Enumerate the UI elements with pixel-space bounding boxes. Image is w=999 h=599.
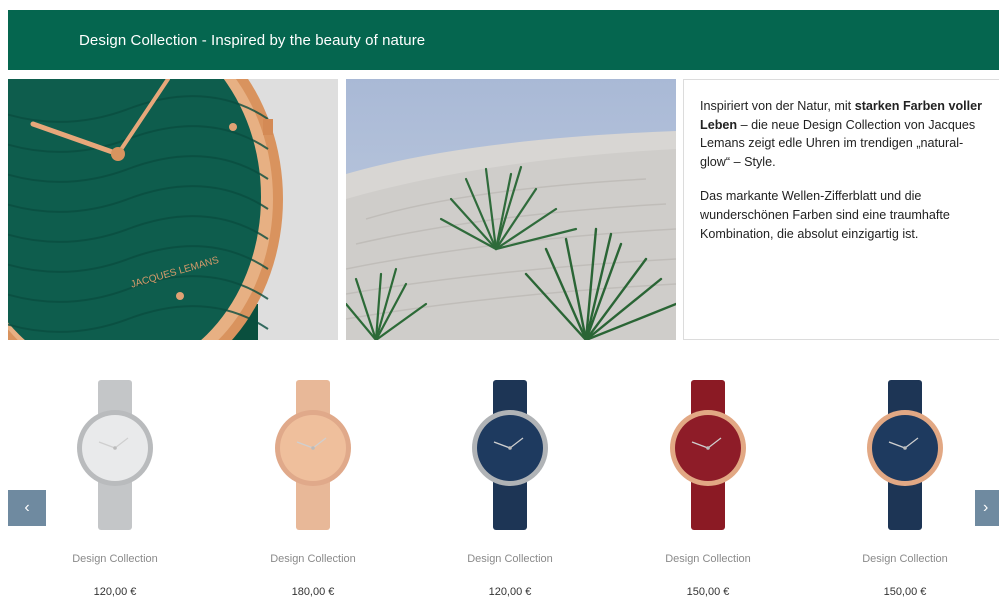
- carousel-next-button[interactable]: ›: [975, 490, 999, 526]
- product-image[interactable]: [411, 370, 609, 530]
- product-price: 150,00 €: [883, 586, 927, 598]
- carousel-prev-button[interactable]: ‹: [8, 490, 46, 526]
- banner-title: Design Collection - Inspired by the beau…: [79, 31, 426, 49]
- hero-dune-image: [346, 79, 676, 340]
- product-price: 150,00 €: [686, 586, 730, 598]
- chevron-right-icon: ›: [983, 499, 989, 516]
- hero-section: JACQUES LEMANS Inspiriert von der Natur,…: [8, 79, 999, 340]
- product-card[interactable]: Design Collection 120,00 €: [16, 370, 214, 599]
- product-image[interactable]: [806, 370, 999, 530]
- collection-banner: Design Collection - Inspired by the beau…: [8, 10, 999, 70]
- description-paragraph-1: Inspiriert von der Natur, mit starken Fa…: [700, 99, 983, 169]
- product-card[interactable]: Design Collection 180,00 €: [214, 370, 412, 599]
- description-paragraph-2: Das markante Wellen-Zifferblatt und die …: [700, 189, 950, 241]
- product-image[interactable]: [214, 370, 412, 530]
- product-price: 120,00 €: [488, 586, 532, 598]
- product-image[interactable]: [609, 370, 807, 530]
- product-name[interactable]: Design Collection: [16, 553, 214, 565]
- hero-watch-image: JACQUES LEMANS: [8, 79, 338, 340]
- product-name[interactable]: Design Collection: [411, 553, 609, 565]
- product-card[interactable]: Design Collection 150,00 €: [806, 370, 999, 599]
- product-price: 120,00 €: [93, 586, 137, 598]
- product-carousel: Design Collection 120,00 € Design Collecti…: [0, 370, 999, 599]
- product-name[interactable]: Design Collection: [609, 553, 807, 565]
- product-card[interactable]: Design Collection 150,00 €: [609, 370, 807, 599]
- product-price: 180,00 €: [291, 586, 335, 598]
- product-card[interactable]: Design Collection 120,00 €: [411, 370, 609, 599]
- product-name[interactable]: Design Collection: [806, 553, 999, 565]
- chevron-left-icon: ‹: [24, 499, 30, 516]
- product-name[interactable]: Design Collection: [214, 553, 412, 565]
- collection-description: Inspiriert von der Natur, mit starken Fa…: [683, 79, 999, 340]
